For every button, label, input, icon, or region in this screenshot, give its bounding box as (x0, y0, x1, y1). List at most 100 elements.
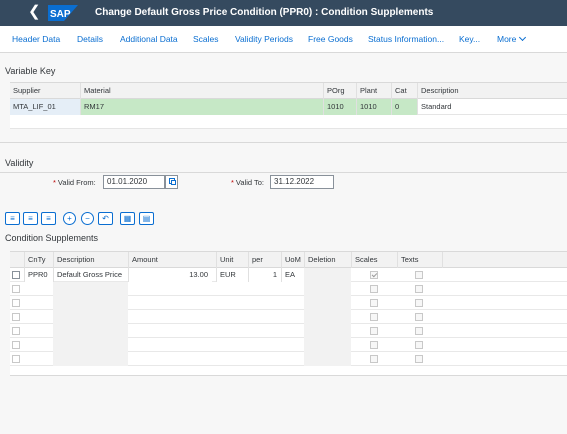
value-help-icon[interactable] (165, 175, 178, 189)
tab-key[interactable]: Key... (459, 26, 480, 52)
sap-logo[interactable]: SAP (48, 5, 78, 21)
col-deletion[interactable]: Deletion (304, 252, 351, 268)
col-cnty[interactable]: CnTy (24, 252, 53, 268)
texts-checkbox (415, 299, 423, 307)
supplier-cell[interactable]: MTA_LIF_01 (10, 99, 80, 115)
description-cell (53, 324, 128, 338)
texts-checkbox (415, 341, 423, 349)
scales-checkbox (370, 285, 378, 293)
table-row-empty[interactable] (10, 282, 567, 296)
delete-row-icon[interactable]: − (81, 212, 94, 225)
section-divider (0, 142, 567, 143)
texts-checkbox (415, 271, 423, 279)
description-cell (53, 296, 128, 310)
col-select (10, 252, 24, 268)
plant-cell[interactable]: 1010 (356, 99, 391, 115)
select-block-icon[interactable]: ≡ (41, 212, 56, 225)
valid-to-label: * Valid To: (231, 178, 264, 187)
row-select-checkbox[interactable] (12, 327, 20, 335)
col-plant[interactable]: Plant (356, 83, 391, 99)
scales-checkbox (370, 271, 378, 279)
uom-cell[interactable]: EA (281, 268, 304, 282)
description-cell (53, 338, 128, 352)
scales-checkbox (370, 299, 378, 307)
deletion-cell (304, 268, 351, 282)
col-description[interactable]: Description (417, 83, 567, 99)
table-row-empty[interactable] (10, 352, 567, 366)
tab-validity-periods[interactable]: Validity Periods (235, 26, 293, 52)
scales-checkbox (370, 313, 378, 321)
col-description[interactable]: Description (53, 252, 128, 268)
valid-from-label: * Valid From: (53, 178, 96, 187)
col-texts[interactable]: Texts (397, 252, 442, 268)
cnty-cell[interactable]: PPR0 (24, 268, 53, 282)
sap-logo-text: SAP (50, 9, 71, 20)
col-cat[interactable]: Cat (391, 83, 417, 99)
validity-title: Validity (5, 158, 34, 168)
valid-to-label-text: Valid To: (235, 178, 264, 187)
deletion-cell (304, 338, 351, 352)
texts-checkbox (415, 355, 423, 363)
col-supplier[interactable]: Supplier (10, 83, 80, 99)
deletion-cell (304, 324, 351, 338)
select-all-icon[interactable]: ≡ (5, 212, 20, 225)
variable-key-header: Supplier Material POrg Plant Cat Descrip… (10, 83, 567, 99)
variable-key-table: Supplier Material POrg Plant Cat Descrip… (10, 82, 567, 129)
insert-row-icon[interactable]: + (63, 212, 76, 225)
col-material[interactable]: Material (80, 83, 323, 99)
deletion-cell (304, 352, 351, 366)
deletion-cell (304, 282, 351, 296)
row-select-checkbox[interactable] (12, 285, 20, 293)
per-cell[interactable]: 1 (248, 268, 281, 282)
col-per[interactable]: per (248, 252, 281, 268)
col-unit[interactable]: Unit (216, 252, 248, 268)
supplements-header: CnTy Description Amount Unit per UoM Del… (10, 252, 567, 268)
material-cell[interactable]: RM17 (80, 99, 323, 115)
tab-details[interactable]: Details (77, 26, 103, 52)
scales-checkbox (370, 327, 378, 335)
valid-to-input[interactable]: 31.12.2022 (270, 175, 334, 189)
undo-icon[interactable]: ↶ (98, 212, 113, 225)
row-select-checkbox[interactable] (12, 341, 20, 349)
shell-bar: ❮ SAP Change Default Gross Price Conditi… (0, 0, 567, 26)
section-divider (0, 172, 567, 173)
col-uom[interactable]: UoM (281, 252, 304, 268)
porg-cell[interactable]: 1010 (323, 99, 356, 115)
scales-checkbox (370, 355, 378, 363)
table-row[interactable]: MTA_LIF_01 RM17 1010 1010 0 Standard (10, 99, 567, 115)
col-amount[interactable]: Amount (128, 252, 216, 268)
row-select-checkbox[interactable] (12, 299, 20, 307)
table-row-empty[interactable] (10, 324, 567, 338)
row-select-checkbox[interactable] (12, 355, 20, 363)
amount-cell[interactable]: 13.00 (128, 268, 212, 282)
valid-from-input[interactable]: 01.01.2020 (103, 175, 165, 189)
description-cell (53, 310, 128, 324)
valid-from-label-text: Valid From: (57, 178, 96, 187)
table-row-empty[interactable] (10, 338, 567, 352)
details-icon[interactable]: ▦ (120, 212, 135, 225)
col-scales[interactable]: Scales (351, 252, 397, 268)
tab-more[interactable]: More (497, 26, 527, 52)
tab-more-label: More (497, 34, 517, 44)
cat-cell[interactable]: 0 (391, 99, 417, 115)
table-row-empty[interactable] (10, 296, 567, 310)
tab-header-data[interactable]: Header Data (12, 26, 60, 52)
col-porg[interactable]: POrg (323, 83, 356, 99)
row-select-checkbox[interactable] (12, 271, 20, 279)
unit-cell[interactable]: EUR (216, 268, 248, 282)
tab-scales[interactable]: Scales (193, 26, 219, 52)
tab-bar: Header Data Details Additional Data Scal… (0, 26, 567, 53)
tab-status-information[interactable]: Status Information... (368, 26, 444, 52)
condition-supplements-table: CnTy Description Amount Unit per UoM Del… (10, 251, 567, 376)
tab-free-goods[interactable]: Free Goods (308, 26, 353, 52)
tab-additional-data[interactable]: Additional Data (120, 26, 178, 52)
deselect-all-icon[interactable]: ≡ (23, 212, 38, 225)
row-select-checkbox[interactable] (12, 313, 20, 321)
table-row-empty[interactable] (10, 310, 567, 324)
description-cell: Default Gross Price (53, 268, 128, 282)
table-settings-icon[interactable]: ▤ (139, 212, 154, 225)
description-cell[interactable]: Standard (417, 99, 567, 115)
table-row[interactable]: PPR0 Default Gross Price 13.00 EUR 1 EA (10, 268, 567, 282)
back-icon[interactable]: ❮ (28, 3, 41, 21)
variable-key-title: Variable Key (5, 66, 56, 76)
